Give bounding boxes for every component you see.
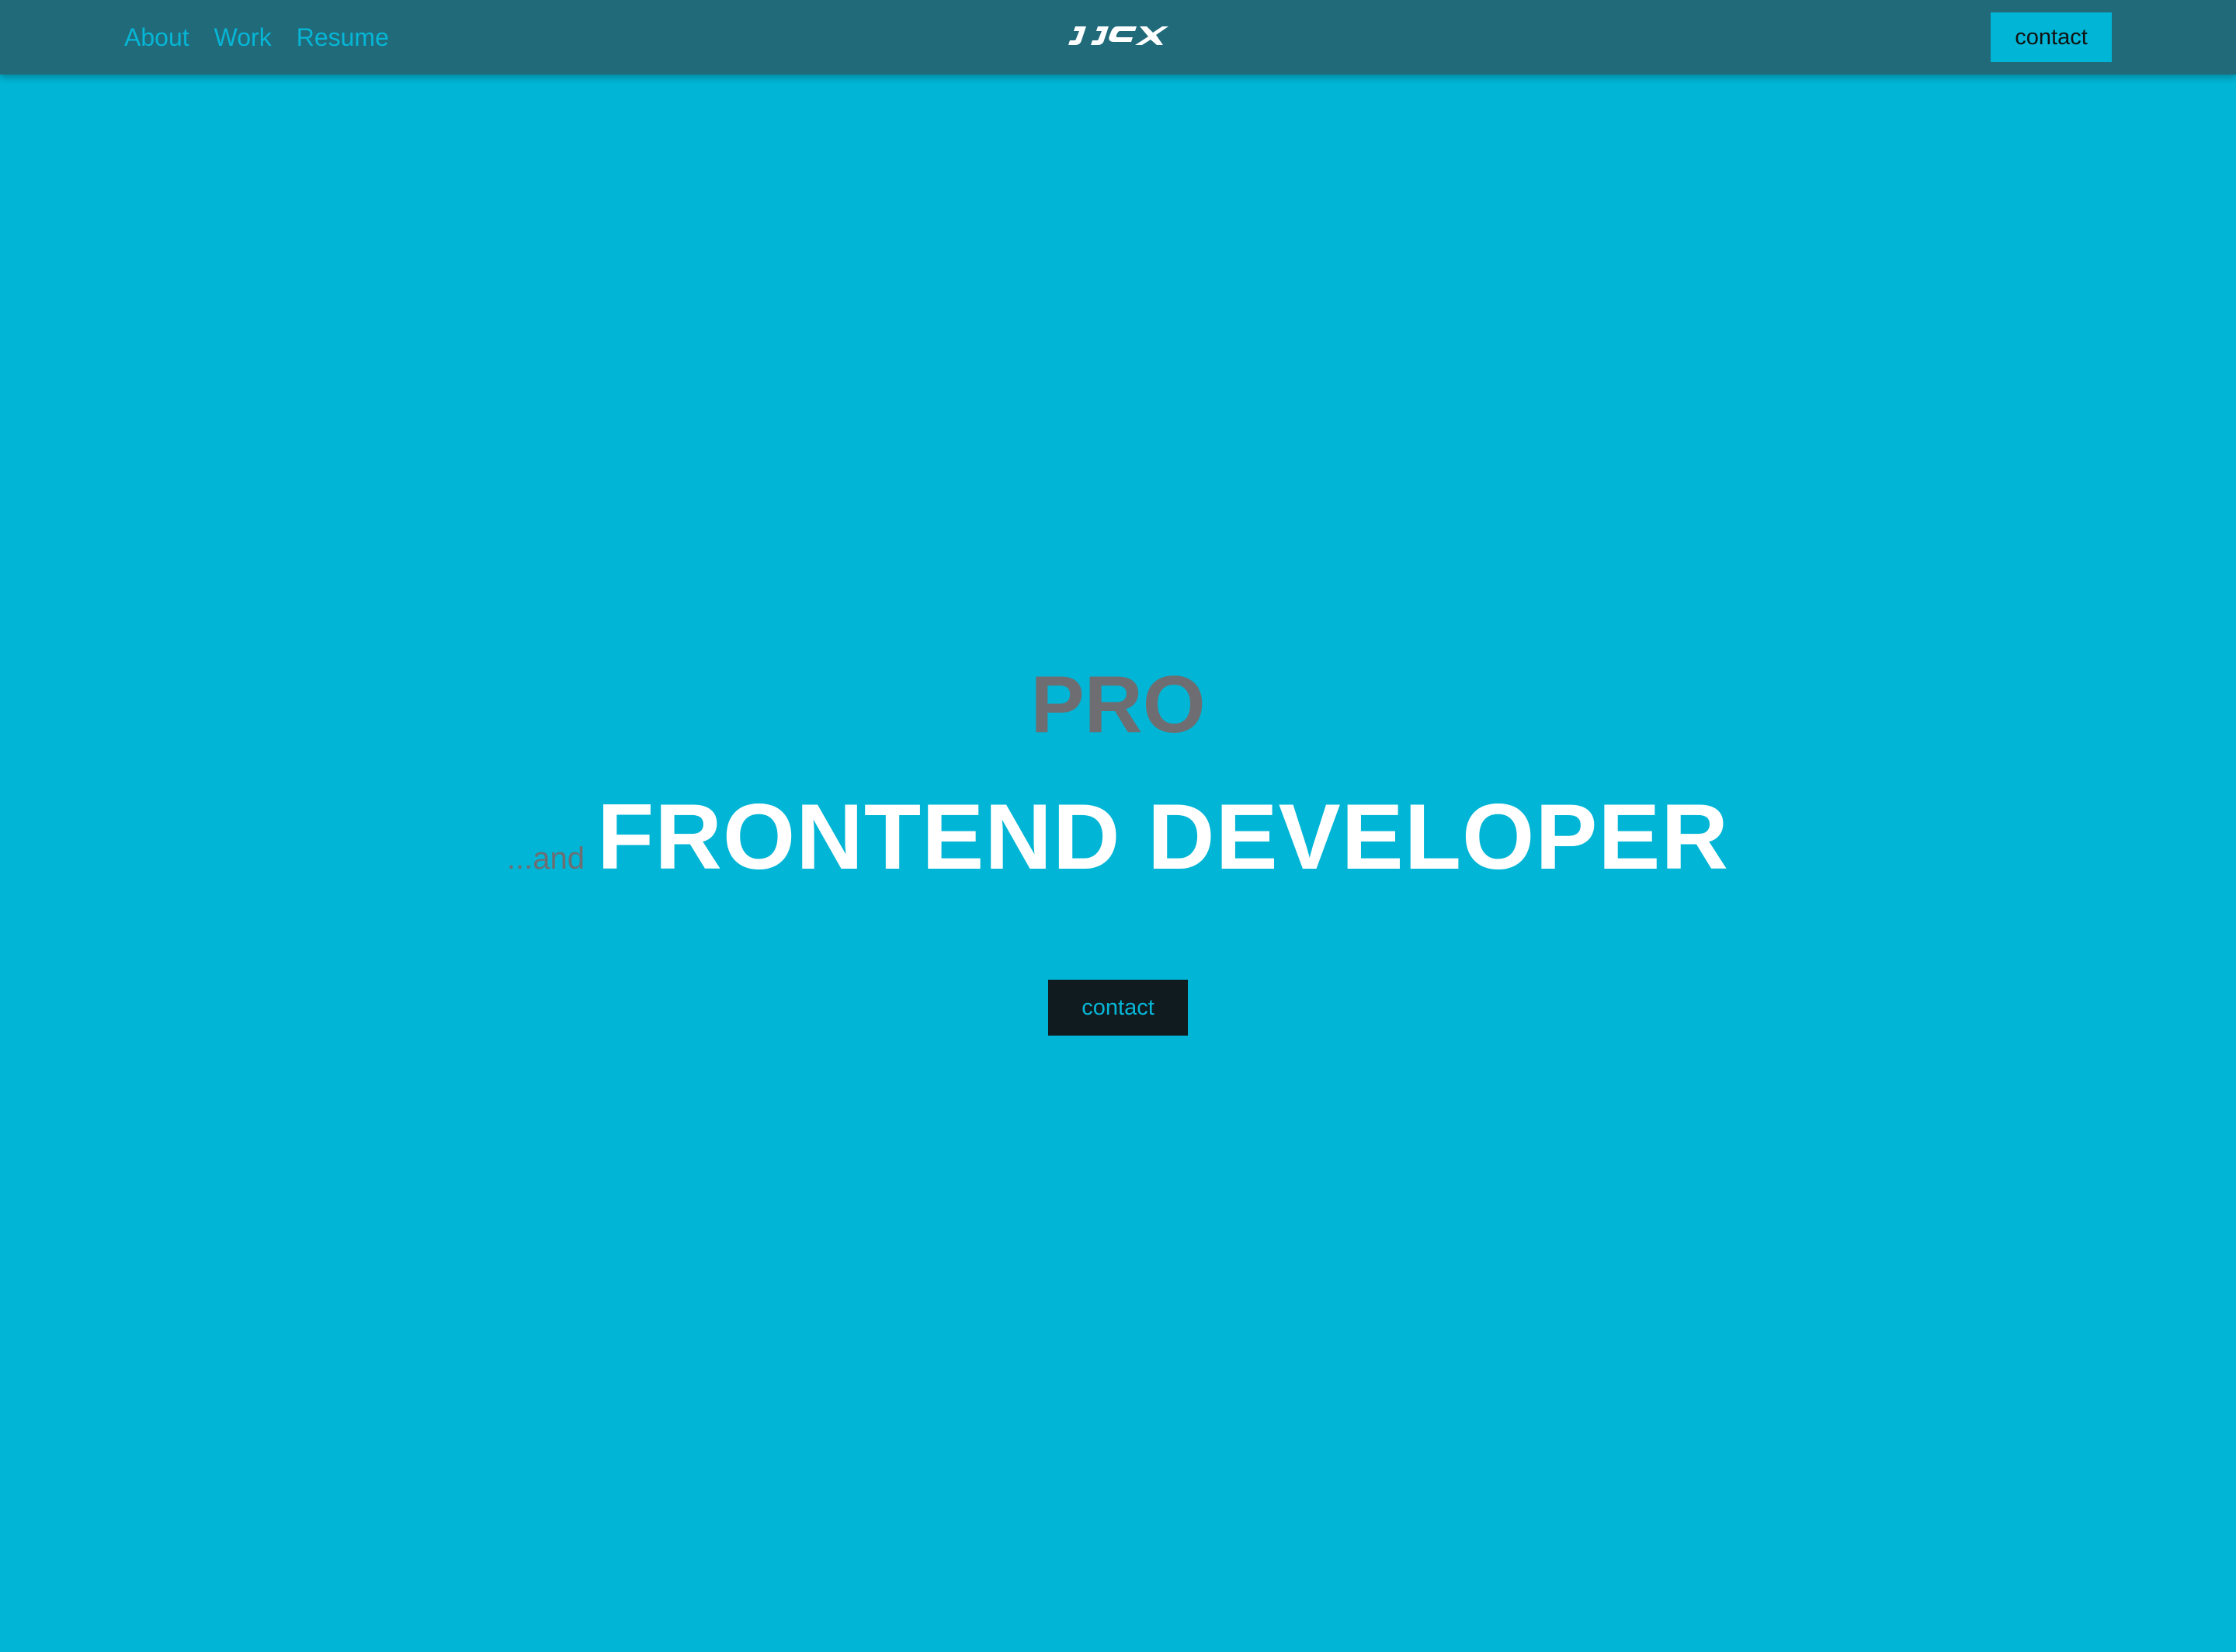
hero-eyebrow: PRO — [1030, 660, 1206, 750]
hero-and-text: ...and — [506, 842, 585, 876]
hero-role-title: FRONTEND DEVELOPER — [596, 785, 1730, 889]
jjcx-logo-icon — [1068, 26, 1168, 45]
top-navbar: About Work Resume contact — [0, 0, 2236, 75]
nav-contact-button[interactable]: contact — [1991, 12, 2112, 62]
nav-link-resume[interactable]: Resume — [297, 23, 389, 52]
nav-link-work[interactable]: Work — [214, 23, 272, 52]
hero-headline: ...and FRONTEND DEVELOPER — [0, 790, 2236, 883]
hero-section: PRO ...and FRONTEND DEVELOPER contact — [0, 75, 2236, 1652]
hero-contact-button[interactable]: contact — [1048, 980, 1188, 1036]
nav-links: About Work Resume — [124, 0, 389, 75]
jjcx-logo[interactable] — [1068, 22, 1168, 48]
nav-link-about[interactable]: About — [124, 23, 189, 52]
